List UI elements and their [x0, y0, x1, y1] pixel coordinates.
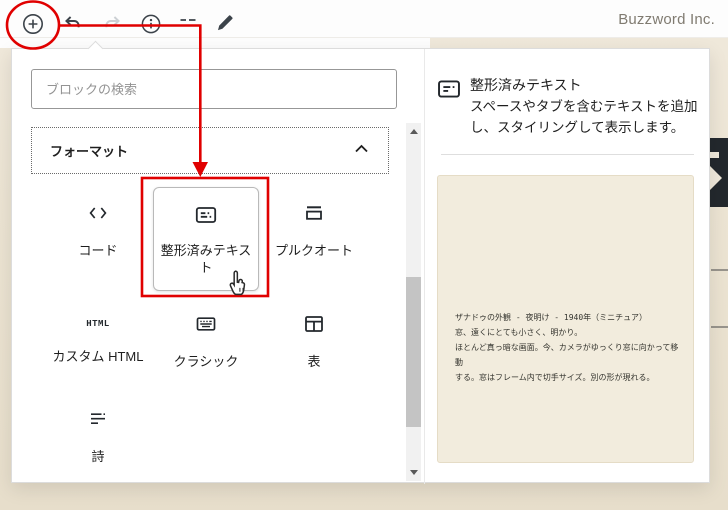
- panel-divider: [424, 49, 425, 484]
- block-item-pullquote[interactable]: プルクオート: [260, 201, 368, 259]
- html-icon: HTML: [86, 319, 110, 329]
- code-icon: [86, 201, 110, 230]
- redo-icon: [100, 12, 124, 36]
- block-item-label: 表: [307, 354, 321, 369]
- block-preview-box: ザナドゥの外観 - 夜明け - 1940年（ミニチュア） 窓、遠くにとても小さく…: [437, 175, 694, 463]
- block-item-verse[interactable]: 詩: [44, 407, 152, 465]
- preformatted-sample-text: ザナドゥの外観 - 夜明け - 1940年（ミニチュア） 窓、遠くにとても小さく…: [455, 313, 679, 382]
- block-item-table[interactable]: 表: [260, 312, 368, 370]
- list-view-icon[interactable]: [176, 12, 200, 36]
- block-item-label: プルクオート: [274, 243, 353, 258]
- preformatted-icon: [436, 76, 462, 107]
- page-divider-line: [711, 269, 728, 271]
- block-search-input[interactable]: [31, 69, 397, 109]
- wordpress-block-editor-screen: Buzzword Inc. フォーマット コード 整形済みテキスト: [0, 0, 728, 510]
- site-brand: Buzzword Inc.: [618, 11, 715, 28]
- scroll-up-icon[interactable]: [409, 129, 418, 134]
- block-item-label: クラシック: [173, 354, 239, 369]
- chevron-up-icon: [353, 142, 370, 160]
- table-icon: [302, 312, 326, 341]
- scrollbar-thumb[interactable]: [406, 277, 421, 427]
- block-item-label: コード: [78, 243, 118, 258]
- block-item-label: 詩: [91, 449, 105, 464]
- undo-icon[interactable]: [61, 12, 85, 36]
- details-icon[interactable]: [139, 12, 163, 36]
- block-item-classic[interactable]: クラシック: [152, 312, 260, 370]
- format-section-title: フォーマット: [50, 144, 129, 159]
- pullquote-icon: [302, 201, 326, 230]
- edit-icon[interactable]: [213, 12, 237, 36]
- block-inserter-popover: フォーマット コード 整形済みテキスト プルクオート HTM: [11, 48, 710, 484]
- inserter-toggle-icon[interactable]: [21, 12, 45, 36]
- preview-divider: [441, 154, 694, 155]
- preview-block-description: スペースやタブを含むテキストを追加し、スタイリングして表示します。: [470, 99, 698, 135]
- block-item-label: 整形済みテキスト: [160, 243, 252, 275]
- page-background-kanji-fragment: [710, 138, 728, 207]
- inserter-scrollbar[interactable]: [406, 123, 421, 481]
- block-item-label: カスタム HTML: [52, 349, 144, 364]
- classic-icon: [194, 312, 218, 341]
- block-item-custom-html[interactable]: HTML カスタム HTML: [44, 312, 152, 365]
- block-item-preformatted[interactable]: 整形済みテキスト: [153, 187, 259, 291]
- page-divider-line: [711, 326, 728, 328]
- verse-icon: [86, 407, 110, 436]
- scroll-down-icon[interactable]: [409, 470, 418, 475]
- block-item-code[interactable]: コード: [44, 201, 152, 259]
- preview-block-title: 整形済みテキスト: [470, 77, 582, 93]
- format-section-header[interactable]: フォーマット: [31, 127, 389, 174]
- preformatted-icon: [194, 203, 218, 232]
